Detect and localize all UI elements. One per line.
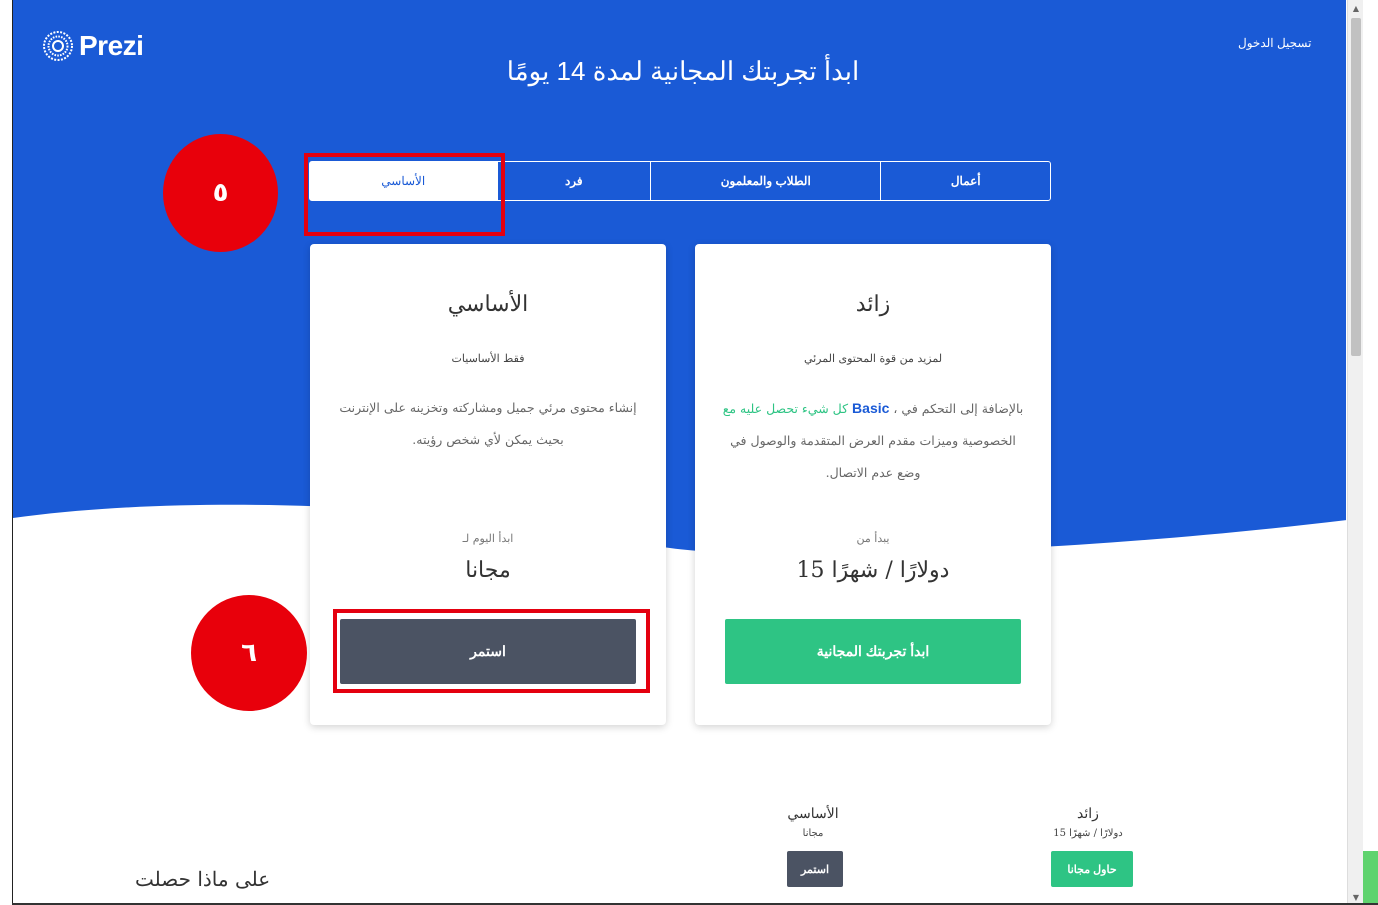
comparison-basic-price: مجانا [802, 828, 824, 839]
comparison-plus: زائد دولارًا / شهرًا 15 حاول مجانا [1043, 806, 1133, 887]
plus-desc-green: كل شيء تحصل عليه مع [722, 401, 849, 416]
scroll-up-icon[interactable]: ▲ [1348, 0, 1364, 16]
tab-students-teachers-label: الطلاب والمعلمون [720, 174, 811, 188]
comparison-continue-button[interactable]: استمر [787, 851, 843, 887]
prezi-logo[interactable]: Prezi [43, 30, 144, 62]
plus-desc-part1: بالإضافة إلى التحكم في ، [893, 401, 1024, 416]
start-free-trial-button[interactable]: ابدأ تجربتك المجانية [725, 619, 1021, 684]
basic-plan-pre-price: ابدأ اليوم لـ [462, 532, 514, 545]
right-edge-green-block [1363, 851, 1378, 905]
plus-plan-pre-price: يبدأ من [856, 532, 890, 545]
vertical-scrollbar[interactable]: ▲ ▼ [1347, 0, 1363, 905]
plus-desc-basic: Basic [852, 400, 890, 416]
plus-plan-title: زائد [855, 292, 891, 317]
annotation-step-5: ٥ [163, 134, 278, 252]
basic-plan-description: إنشاء محتوى مرئي جميل ومشاركته وتخزينه ع… [339, 400, 637, 447]
browser-viewport: Prezi تسجيل الدخول ابدأ تجربتك المجانية … [12, 0, 1346, 905]
logo-text: Prezi [79, 30, 144, 61]
basic-plan-title: الأساسي [447, 292, 529, 317]
basic-plan-price: مجانا [465, 558, 511, 583]
comparison-try-free-button[interactable]: حاول مجانا [1051, 851, 1133, 887]
page-title: ابدأ تجربتك المجانية لمدة 14 يومًا [506, 56, 860, 86]
login-link[interactable]: تسجيل الدخول [1238, 36, 1311, 50]
plus-plan-subtitle: لمزيد من قوة المحتوى المرئي [803, 352, 943, 365]
comparison-basic-title: الأساسي [787, 806, 839, 822]
comparison-plus-price: دولارًا / شهرًا 15 [1053, 828, 1123, 839]
tab-individual[interactable]: فرد [496, 162, 651, 200]
prezi-logo-icon [43, 31, 73, 61]
tab-students-teachers[interactable]: الطلاب والمعلمون [650, 162, 880, 200]
tab-business[interactable]: أعمال [880, 162, 1050, 200]
comparison-basic: الأساسي مجانا استمر [783, 806, 843, 887]
annotation-box-tab [304, 153, 505, 236]
scrollbar-thumb[interactable] [1351, 18, 1361, 356]
tab-business-label: أعمال [950, 174, 981, 188]
tab-individual-label: فرد [564, 174, 583, 188]
plus-plan-description: بالإضافة إلى التحكم في ، Basic كل شيء تح… [719, 392, 1027, 489]
basic-plan-subtitle: فقط الأساسيات [451, 352, 525, 365]
plus-plan-price: دولارًا / شهرًا 15 [796, 558, 950, 583]
plus-plan-card: زائد لمزيد من قوة المحتوى المرئي بالإضاف… [695, 244, 1051, 725]
comparison-heading: على ماذا حصلت [135, 867, 271, 891]
right-edge [1363, 0, 1378, 905]
annotation-box-button [333, 609, 650, 693]
comparison-plus-title: زائد [1077, 806, 1099, 822]
plus-desc-part2: الخصوصية وميزات مقدم العرض المتقدمة والو… [730, 433, 1016, 480]
annotation-step-6: ٦ [191, 595, 307, 711]
